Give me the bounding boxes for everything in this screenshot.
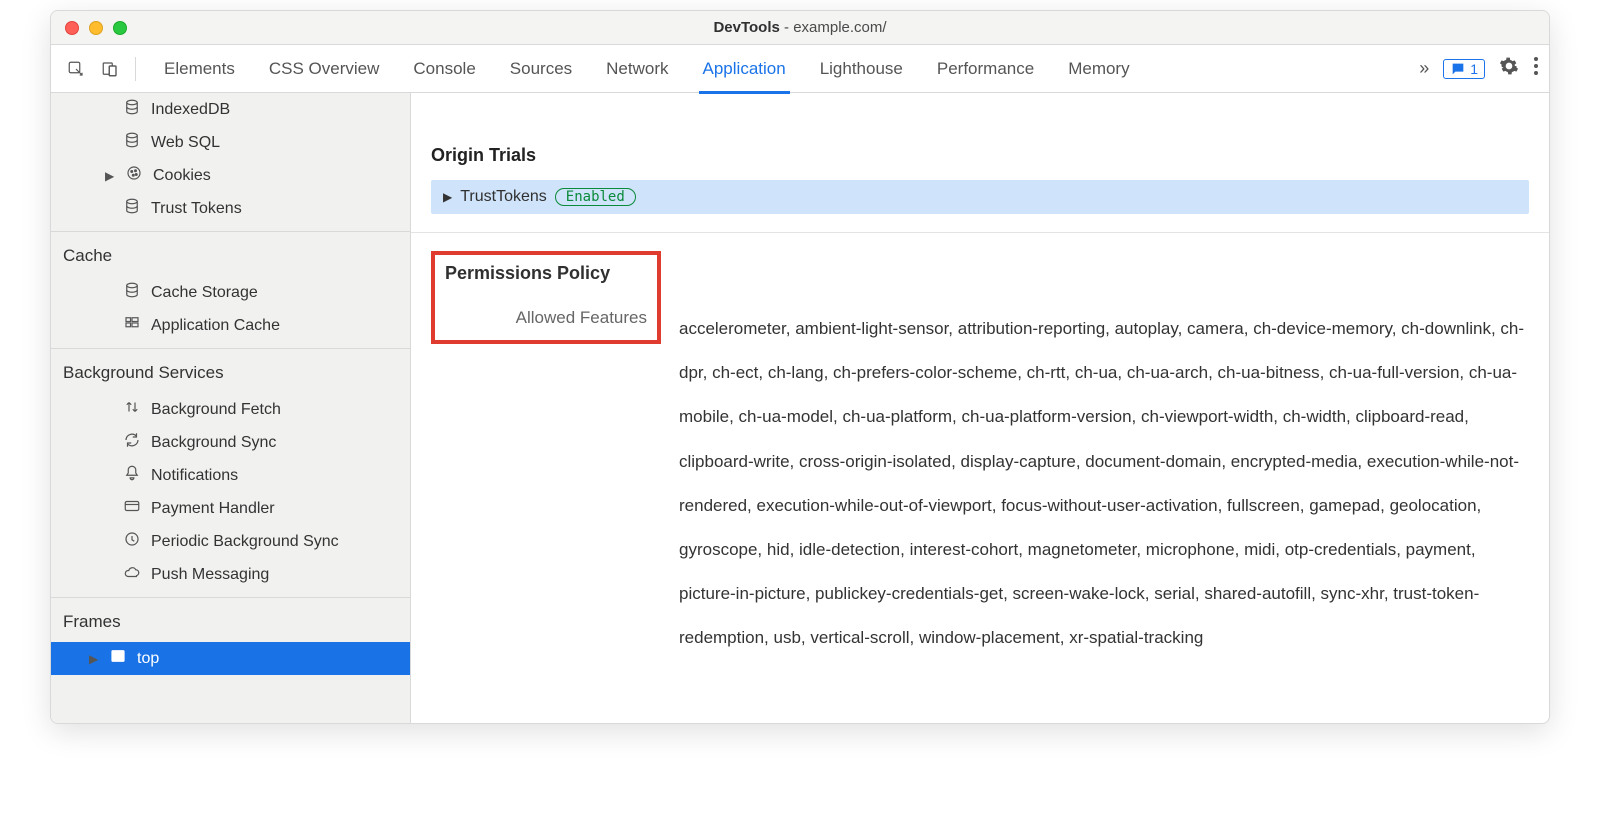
sidebar-group-cache: Cache xyxy=(51,232,410,276)
sidebar-item-label: Web SQL xyxy=(151,134,220,152)
sidebar-item-label: Push Messaging xyxy=(151,566,269,584)
sidebar-item-label: Application Cache xyxy=(151,317,280,335)
sidebar-item-label: Notifications xyxy=(151,467,238,485)
application-main: Origin Trials ▶ TrustTokens Enabled Perm… xyxy=(411,93,1549,723)
tab-network[interactable]: Network xyxy=(602,45,672,92)
tab-lighthouse[interactable]: Lighthouse xyxy=(816,45,907,92)
close-icon[interactable] xyxy=(65,21,79,35)
sidebar-item-label: IndexedDB xyxy=(151,101,230,119)
card-icon xyxy=(123,497,141,520)
sidebar-item-background-sync[interactable]: Background Sync xyxy=(51,426,410,459)
sidebar-item-label: Trust Tokens xyxy=(151,200,242,218)
tab-css-overview[interactable]: CSS Overview xyxy=(265,45,384,92)
sidebar-item-cache-storage[interactable]: Cache Storage xyxy=(51,276,410,309)
kebab-icon[interactable] xyxy=(1533,56,1539,82)
messages-count: 1 xyxy=(1470,61,1478,77)
overflow-icon[interactable]: » xyxy=(1419,58,1429,79)
disclosure-triangle-icon: ▶ xyxy=(89,652,99,666)
origin-trial-status: Enabled xyxy=(555,188,636,206)
database-icon xyxy=(123,281,141,304)
allowed-features-value: accelerometer, ambient-light-sensor, att… xyxy=(679,251,1529,661)
database-icon xyxy=(123,197,141,220)
tab-performance[interactable]: Performance xyxy=(933,45,1038,92)
application-sidebar: IndexedDB Web SQL ▶ Cookies Trust Tokens Cac… xyxy=(51,93,411,723)
panel-tabs: Elements CSS Overview Console Sources Networ… xyxy=(160,45,1134,92)
tab-console[interactable]: Console xyxy=(409,45,479,92)
zoom-icon[interactable] xyxy=(113,21,127,35)
sidebar-item-label: Payment Handler xyxy=(151,500,275,518)
permissions-policy-title: Permissions Policy xyxy=(445,263,610,284)
sidebar-item-label: top xyxy=(137,650,159,668)
database-icon xyxy=(123,98,141,121)
origin-trials-title: Origin Trials xyxy=(431,145,1529,166)
sync-icon xyxy=(123,431,141,454)
updown-icon xyxy=(123,398,141,421)
disclosure-triangle-icon: ▶ xyxy=(105,169,115,183)
window-title: DevTools - example.com/ xyxy=(51,19,1549,36)
database-icon xyxy=(123,131,141,154)
gear-icon[interactable] xyxy=(1499,56,1519,82)
origin-trial-name: TrustTokens xyxy=(460,188,547,206)
devtools-toolbar: Elements CSS Overview Console Sources Networ… xyxy=(51,45,1549,93)
messages-badge[interactable]: 1 xyxy=(1443,59,1485,79)
bell-icon xyxy=(123,464,141,487)
sidebar-item-cookies[interactable]: ▶ Cookies xyxy=(51,159,410,192)
toolbar-separator xyxy=(135,57,136,81)
sidebar-item-label: Cache Storage xyxy=(151,284,258,302)
tab-sources[interactable]: Sources xyxy=(506,45,576,92)
device-toggle-icon[interactable] xyxy=(95,54,125,84)
cloud-icon xyxy=(123,563,141,586)
sidebar-item-web-sql[interactable]: Web SQL xyxy=(51,126,410,159)
origin-trial-row[interactable]: ▶ TrustTokens Enabled xyxy=(431,180,1529,214)
permissions-policy-highlight: Permissions Policy Allowed Features xyxy=(431,251,661,344)
tab-memory[interactable]: Memory xyxy=(1064,45,1133,92)
sidebar-item-application-cache[interactable]: Application Cache xyxy=(51,309,410,342)
sidebar-item-periodic-background-sync[interactable]: Periodic Background Sync xyxy=(51,525,410,558)
sidebar-group-background: Background Services xyxy=(51,349,410,393)
tab-elements[interactable]: Elements xyxy=(160,45,239,92)
allowed-features-label: Allowed Features xyxy=(516,308,647,328)
sidebar-item-label: Background Fetch xyxy=(151,401,281,419)
sidebar-item-payment-handler[interactable]: Payment Handler xyxy=(51,492,410,525)
sidebar-item-label: Periodic Background Sync xyxy=(151,533,339,551)
minimize-icon[interactable] xyxy=(89,21,103,35)
devtools-window: DevTools - example.com/ Elements CSS Over… xyxy=(50,10,1550,724)
sidebar-item-indexeddb[interactable]: IndexedDB xyxy=(51,93,410,126)
traffic-lights xyxy=(65,21,127,35)
titlebar: DevTools - example.com/ xyxy=(51,11,1549,45)
sidebar-item-label: Cookies xyxy=(153,167,211,185)
frame-icon xyxy=(109,647,127,670)
grid-icon xyxy=(123,314,141,337)
cookie-icon xyxy=(125,164,143,187)
sidebar-item-trust-tokens[interactable]: Trust Tokens xyxy=(51,192,410,225)
tab-application[interactable]: Application xyxy=(699,47,790,94)
sidebar-item-push-messaging[interactable]: Push Messaging xyxy=(51,558,410,591)
sidebar-item-top[interactable]: ▶ top xyxy=(51,642,410,675)
origin-trials-section: Origin Trials ▶ TrustTokens Enabled xyxy=(411,123,1549,233)
sidebar-item-label: Background Sync xyxy=(151,434,276,452)
permissions-policy-section: Permissions Policy Allowed Features acce… xyxy=(411,233,1549,687)
sidebar-item-notifications[interactable]: Notifications xyxy=(51,459,410,492)
sidebar-group-frames: Frames xyxy=(51,598,410,642)
sidebar-item-background-fetch[interactable]: Background Fetch xyxy=(51,393,410,426)
disclosure-triangle-icon: ▶ xyxy=(443,190,452,204)
clock-icon xyxy=(123,530,141,553)
inspect-icon[interactable] xyxy=(61,54,91,84)
